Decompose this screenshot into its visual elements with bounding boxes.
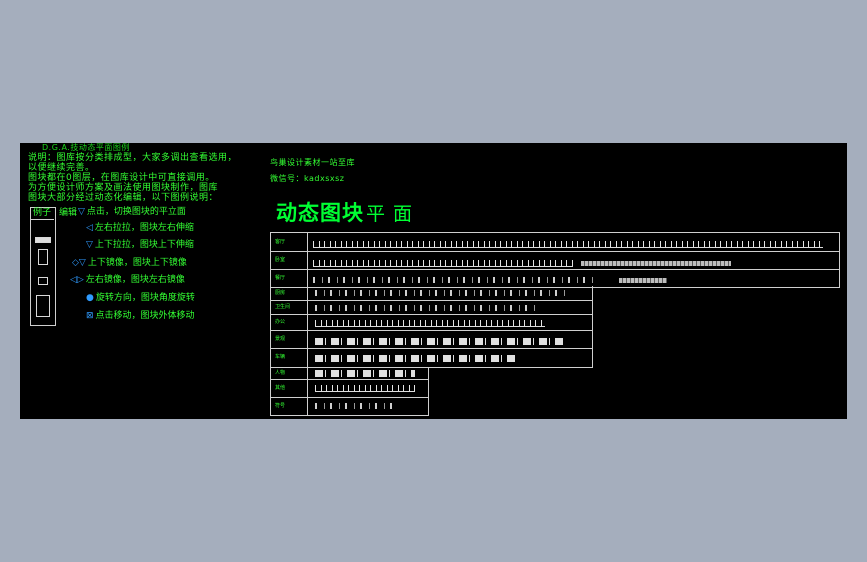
rotate-dot-icon: ● xyxy=(86,293,94,303)
notes-heading: D.G.A.技动态平面图例 xyxy=(42,143,130,152)
move-box-icon: ⊠ xyxy=(86,311,94,321)
triangle-down-icon: ▽ xyxy=(78,207,85,217)
row-label: 卧室 xyxy=(271,251,308,269)
row-label: 卫生间 xyxy=(271,300,308,314)
row-label: 符号 xyxy=(271,397,308,415)
legend-item: ▽ 点击，切换图块的平立面 xyxy=(78,207,186,218)
block-thumbnails[interactable] xyxy=(315,320,545,327)
swatch-box-icon xyxy=(38,277,48,285)
row-label: 其他 xyxy=(271,379,308,397)
block-thumbnails[interactable] xyxy=(315,338,565,345)
block-thumbnails[interactable] xyxy=(315,355,515,362)
row-label: 餐厅 xyxy=(271,269,308,287)
block-thumbnails[interactable] xyxy=(315,290,565,296)
legend-item-label: 点击，切换图块的平立面 xyxy=(86,207,186,217)
row-label: 车辆 xyxy=(271,348,308,367)
row-label: 办公 xyxy=(271,314,308,330)
triangle-left-icon: ◁ xyxy=(86,223,93,233)
legend-item: ◇▽ 上下镜像，图块上下镜像 xyxy=(72,258,187,269)
legend-item: ▽ 上下拉拉，图块上下伸缩 xyxy=(86,240,194,251)
legend-item-label: 左右拉拉，图块左右伸缩 xyxy=(94,223,194,233)
legend-item-label: 上下镜像，图块上下镜像 xyxy=(87,258,187,268)
mirror-vertical-icon: ◇▽ xyxy=(72,258,86,268)
swatch-block-icon xyxy=(38,249,48,265)
legend-block: 例子 编辑 ▽ 点击，切换图块的平立面 ◁ 左右拉拉，图块左右伸缩 ▽ 上下拉拉，图块… xyxy=(28,207,228,327)
notes-line: 以便继续完善。 xyxy=(28,163,95,173)
legend-item: ● 旋转方向，图块角度旋转 xyxy=(86,293,195,304)
row-divider xyxy=(271,330,592,331)
legend-item: ⊠ 点击移动，图块外体移动 xyxy=(86,311,195,322)
block-thumbnails[interactable] xyxy=(315,403,395,409)
row-divider xyxy=(271,269,839,270)
block-thumbnails[interactable] xyxy=(315,305,535,311)
swatch-plan-icon xyxy=(35,237,51,243)
block-thumbnails[interactable] xyxy=(581,261,731,266)
notes-line: 图块都在0图层，在图库设计中可直接调用。 xyxy=(28,173,215,183)
notes-line: 为方便设计师方案及画法使用图块制作，图库 xyxy=(28,183,219,193)
notes-block: D.G.A.技动态平面图例 说明：图库按分类排成型，大家多调出查看选用， 以便继… xyxy=(28,143,238,203)
legend-item-label: 点击移动，图块外体移动 xyxy=(95,311,195,321)
legend-item-label: 左右镜像，图块左右镜像 xyxy=(85,275,185,285)
row-divider xyxy=(271,379,428,380)
mirror-horizontal-icon: ◁▷ xyxy=(70,275,84,285)
row-label: 厨房 xyxy=(271,286,308,300)
legend-column-header: 编辑 xyxy=(59,208,78,218)
block-table-wide: 客厅 卧室 餐厅 xyxy=(270,232,840,288)
block-thumbnails[interactable] xyxy=(313,241,823,248)
block-thumbnails[interactable] xyxy=(313,277,593,283)
row-label: 景观 xyxy=(271,330,308,348)
legend-item-label: 旋转方向，图块角度旋转 xyxy=(95,293,195,303)
swatch-door-icon xyxy=(36,295,50,317)
cad-drawing-canvas[interactable]: D.G.A.技动态平面图例 说明：图库按分类排成型，大家多调出查看选用， 以便继… xyxy=(20,143,847,419)
notes-line: 图块大部分经过动态化编辑，以下图例说明： xyxy=(28,193,219,203)
legend-item: ◁ 左右拉拉，图块左右伸缩 xyxy=(86,223,194,234)
triangle-down-icon: ▽ xyxy=(86,240,93,250)
page-title: 动态图块平 面 xyxy=(276,197,413,227)
block-thumbnails[interactable] xyxy=(315,385,415,392)
legend-column-header: 例子 xyxy=(30,207,54,220)
block-thumbnails[interactable] xyxy=(313,260,573,267)
row-divider xyxy=(271,314,592,315)
block-table-small: 人物 其他 符号 xyxy=(270,367,429,416)
row-divider xyxy=(271,397,428,398)
row-divider xyxy=(271,251,839,252)
notes-line: 说明：图库按分类排成型，大家多调出查看选用， xyxy=(28,153,238,163)
block-thumbnails[interactable] xyxy=(315,370,415,377)
wechat-line: 微信号：kadxsxsz xyxy=(270,174,345,183)
legend-item: ◁▷ 左右镜像，图块左右镜像 xyxy=(70,275,185,286)
source-line: 鸟巢设计素材一站至库 xyxy=(270,158,355,167)
block-table-mid: 厨房 卫生间 办公 景观 车辆 xyxy=(270,286,593,368)
title-part: 平 面 xyxy=(366,203,414,225)
row-label: 客厅 xyxy=(271,233,308,251)
row-label: 人物 xyxy=(271,367,308,379)
row-divider xyxy=(271,348,592,349)
row-divider xyxy=(271,300,592,301)
legend-item-label: 上下拉拉，图块上下伸缩 xyxy=(94,240,194,250)
title-part: 动态图块 xyxy=(276,201,364,225)
block-thumbnails[interactable] xyxy=(619,278,667,283)
